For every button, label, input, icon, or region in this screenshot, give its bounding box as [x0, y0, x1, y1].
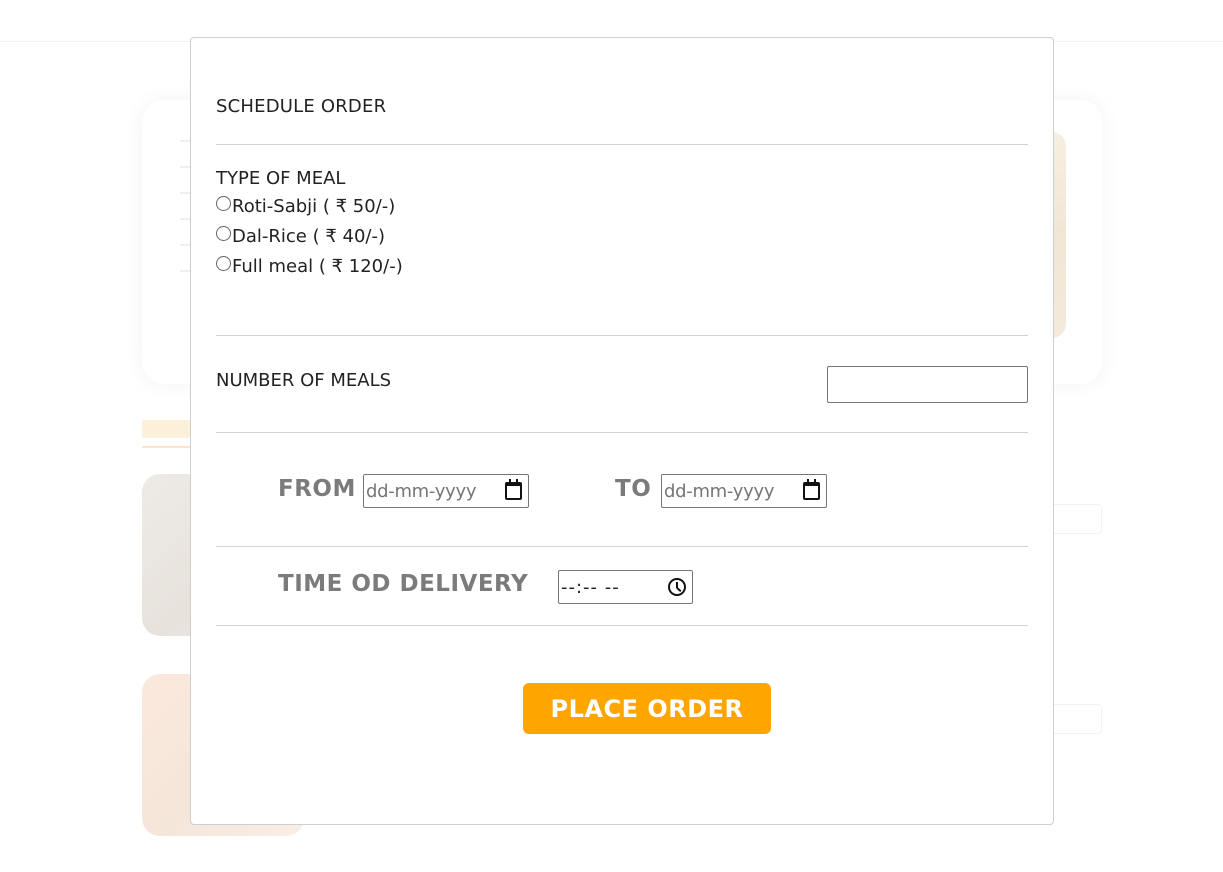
schedule-order-modal: SCHEDULE ORDER TYPE OF MEAL Roti-Sabji (…	[190, 37, 1054, 825]
time-placeholder: --:-- --	[561, 576, 620, 598]
number-of-meals-label: NUMBER OF MEALS	[216, 370, 392, 391]
meal-option-roti-sabji[interactable]: Roti-Sabji ( ₹ 50/-)	[216, 191, 403, 221]
meal-option-label: Full meal ( ₹ 120/-)	[232, 255, 403, 277]
meal-option-full-meal[interactable]: Full meal ( ₹ 120/-)	[216, 251, 403, 281]
meal-type-group: TYPE OF MEAL Roti-Sabji ( ₹ 50/-) Dal-Ri…	[216, 167, 403, 281]
from-date-input[interactable]: dd-mm-yyyy	[363, 474, 529, 508]
radio-button[interactable]	[216, 226, 231, 241]
divider	[216, 546, 1028, 547]
date-placeholder: dd-mm-yyyy	[366, 480, 477, 502]
divider	[216, 432, 1028, 433]
calendar-icon[interactable]	[803, 479, 820, 500]
meal-option-dal-rice[interactable]: Dal-Rice ( ₹ 40/-)	[216, 221, 403, 251]
modal-title: SCHEDULE ORDER	[216, 96, 387, 117]
date-placeholder: dd-mm-yyyy	[664, 480, 775, 502]
from-label: FROM	[278, 476, 356, 502]
divider	[216, 335, 1028, 336]
delivery-time-input[interactable]: --:-- --	[558, 570, 693, 604]
to-label: TO	[615, 476, 652, 502]
to-date-input[interactable]: dd-mm-yyyy	[661, 474, 827, 508]
meal-option-label: Dal-Rice ( ₹ 40/-)	[232, 225, 385, 247]
page-header	[0, 0, 1223, 42]
place-order-button[interactable]: PLACE ORDER	[523, 683, 771, 734]
meal-type-label: TYPE OF MEAL	[216, 168, 346, 189]
background-field	[1054, 504, 1102, 534]
number-of-meals-input[interactable]	[827, 366, 1028, 403]
background-field	[1054, 704, 1102, 734]
radio-button[interactable]	[216, 256, 231, 271]
clock-icon[interactable]	[668, 578, 686, 596]
calendar-icon[interactable]	[505, 479, 522, 500]
divider	[216, 144, 1028, 145]
meal-option-label: Roti-Sabji ( ₹ 50/-)	[232, 195, 396, 217]
divider	[216, 625, 1028, 626]
delivery-time-label: TIME OD DELIVERY	[278, 571, 529, 597]
radio-button[interactable]	[216, 196, 231, 211]
